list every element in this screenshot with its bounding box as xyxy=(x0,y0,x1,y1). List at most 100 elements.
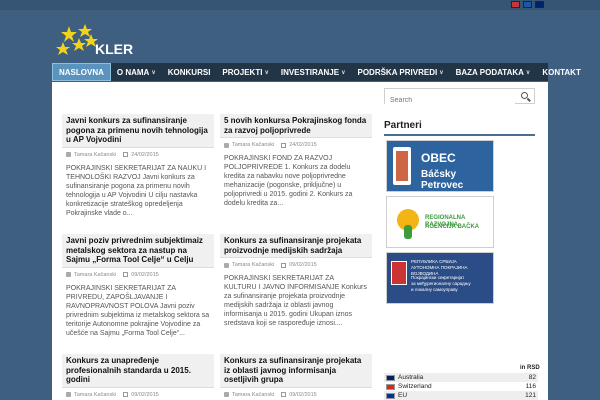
partner-line: AGENCIJA BAČKA xyxy=(425,224,480,230)
author-icon xyxy=(66,392,71,397)
post-card: Konkurs za sufinansiranje projekata proi… xyxy=(220,234,372,328)
content-area: Javni konkurs za sufinansiranje pogona z… xyxy=(52,82,548,400)
logo-text: KLER xyxy=(95,41,134,57)
chevron-down-icon: ∨ xyxy=(264,69,269,76)
post-title[interactable]: Javni konkurs za sufinansiranje pogona z… xyxy=(62,114,214,148)
nav-item[interactable]: INVESTIRANJE ∨ xyxy=(275,63,352,81)
partner-line: Báčsky Petrovec xyxy=(421,169,464,191)
post-date: 09/02/2015 xyxy=(131,271,159,278)
nav-item[interactable]: O NAMA ∨ xyxy=(111,63,162,81)
nav-item[interactable]: NASLOVNA xyxy=(52,63,111,81)
nav-item[interactable]: BAZA PODATAKA ∨ xyxy=(450,63,537,81)
post-card: Javni konkurs za sufinansiranje pogona z… xyxy=(62,114,214,218)
chevron-down-icon: ∨ xyxy=(151,69,156,76)
calendar-icon xyxy=(123,152,129,157)
post-author[interactable]: Tamara Kačanski xyxy=(232,262,274,268)
post-author[interactable]: Tamara Kačanski xyxy=(232,142,274,148)
calendar-icon xyxy=(123,272,129,277)
post-title[interactable]: Konkurs za unapređenje profesionalnih st… xyxy=(62,354,214,388)
flag-icon-switzerland xyxy=(386,383,395,390)
post-author[interactable]: Tamara Kačanski xyxy=(232,392,274,398)
partners-heading: Partneri xyxy=(384,120,535,136)
post-title[interactable]: Javni poziv privrednim subjektimaiz meta… xyxy=(62,234,214,268)
post-card: Konkurs za sufinansiranje projekata iz o… xyxy=(220,354,372,398)
post-card: 5 novih konkursa Pokrajinskog fonda za r… xyxy=(220,114,372,208)
post-author[interactable]: Tamara Kačanski xyxy=(74,152,116,158)
language-switcher xyxy=(511,1,544,8)
partner-banner-petrovec[interactable]: OBEC Báčsky Petrovec xyxy=(386,140,494,192)
post-date: 24/02/2015 xyxy=(131,151,159,158)
partner-line: OBEC xyxy=(421,151,456,165)
partner-line: и локалну самоуправу xyxy=(411,287,458,292)
post-date: 09/02/2015 xyxy=(289,391,317,398)
flag-icon-sr[interactable] xyxy=(511,1,520,8)
nav-item-label: KONKURSI xyxy=(167,67,211,77)
author-icon xyxy=(66,152,71,157)
currency-row: Switzerland 116 xyxy=(384,382,538,391)
post-title[interactable]: 5 novih konkursa Pokrajinskog fonda za r… xyxy=(220,114,372,138)
nav-item-label: BAZA PODATAKA xyxy=(455,67,524,77)
post-date: 09/02/2015 xyxy=(289,262,317,268)
post-meta: Tamara Kačanski 09/02/2015 xyxy=(62,392,214,398)
author-icon xyxy=(224,262,229,268)
author-icon xyxy=(224,392,229,397)
main-navigation: NASLOVNA O NAMA ∨ KONKURSI PROJEKTI ∨ INVESTIR… xyxy=(52,63,581,81)
search-input[interactable] xyxy=(385,93,515,108)
calendar-icon xyxy=(281,142,287,148)
nav-item-label: PODRŠKA PRIVREDI xyxy=(357,67,438,77)
nav-item-label: INVESTIRANJE xyxy=(280,67,340,77)
coat-of-arms-icon xyxy=(391,261,407,285)
nav-item-label: KONTAKT xyxy=(542,67,581,77)
top-bar xyxy=(0,0,600,10)
calendar-icon xyxy=(123,392,129,397)
sidebar: Partneri OBEC Báčsky Petrovec REGIONALNA… xyxy=(384,88,538,304)
flag-icon-ru[interactable] xyxy=(523,1,532,8)
post-title[interactable]: Konkurs za sufinansiranje projekata proi… xyxy=(220,234,372,258)
flag-icon-en[interactable] xyxy=(535,1,544,8)
currency-value: 116 xyxy=(525,383,536,390)
post-date: 09/02/2015 xyxy=(131,391,159,398)
post-excerpt: POKRAJINSKI SEKRETARIJAT ZA KULTURU I JA… xyxy=(224,275,367,327)
coat-of-arms-icon xyxy=(393,147,411,185)
chevron-down-icon: ∨ xyxy=(341,69,346,76)
post-excerpt: POKRAJINSKI FOND ZA RAZVOJ POLJOPRIVREDE… xyxy=(224,155,353,207)
nav-item-label: NASLOVNA xyxy=(59,67,104,77)
calendar-icon xyxy=(281,392,287,397)
post-card: Konkurs za unapređenje profesionalnih st… xyxy=(62,354,214,398)
currency-name: EU xyxy=(398,392,408,399)
sunflower-icon xyxy=(397,209,419,239)
author-icon xyxy=(224,142,229,148)
chevron-down-icon: ∨ xyxy=(525,69,531,76)
post-card: Javni poziv privrednim subjektimaiz meta… xyxy=(62,234,214,338)
post-date: 24/02/2015 xyxy=(289,142,317,148)
partner-banner-rra-backa[interactable]: REGIONALNA RAZVOJNA AGENCIJA BAČKA xyxy=(386,196,494,248)
chevron-down-icon: ∨ xyxy=(439,69,444,76)
currency-row: Australia 82 xyxy=(384,373,538,382)
nav-item[interactable]: KONTAKT xyxy=(536,63,587,81)
post-author[interactable]: Tamara Kačanski xyxy=(74,272,116,278)
currency-table: Australia 82 Switzerland 116 EU 121 xyxy=(384,373,538,400)
post-excerpt: POKRAJINSKI SEKRETARIJAT ZA PRIVREDU, ZA… xyxy=(66,284,210,337)
post-meta: Tamara Kačanski 09/02/2015 xyxy=(220,392,372,398)
currency-name: Switzerland xyxy=(398,383,432,390)
search-icon[interactable] xyxy=(521,92,528,99)
author-icon xyxy=(66,272,71,277)
nav-item-label: PROJEKTI xyxy=(222,67,263,77)
partner-banner-vojvodina[interactable]: РЕПУБЛИКА СРБИЈА АУТОНОМНА ПОКРАЈИНА ВОЈ… xyxy=(386,252,494,304)
nav-item[interactable]: PROJEKTI ∨ xyxy=(216,63,274,81)
currency-value: 121 xyxy=(525,392,536,399)
nav-item-label: O NAMA xyxy=(116,67,150,77)
calendar-icon xyxy=(281,262,287,268)
nav-item[interactable]: PODRŠKA PRIVREDI ∨ xyxy=(351,63,449,81)
post-title[interactable]: Konkurs za sufinansiranje projekata iz o… xyxy=(220,354,372,388)
currency-header: in RSD xyxy=(520,365,540,371)
nav-item[interactable]: KONKURSI xyxy=(162,63,217,81)
currency-value: 82 xyxy=(528,374,536,381)
currency-row: EU 121 xyxy=(384,391,538,400)
flag-icon-eu xyxy=(386,392,395,399)
flag-icon-australia xyxy=(386,374,395,381)
post-excerpt: POKRAJINSKI SEKRETARIJAT ZA NAUKU I TEHN… xyxy=(66,164,207,217)
currency-name: Australia xyxy=(398,374,424,381)
post-author[interactable]: Tamara Kačanski xyxy=(74,392,116,398)
search-box xyxy=(384,88,535,108)
